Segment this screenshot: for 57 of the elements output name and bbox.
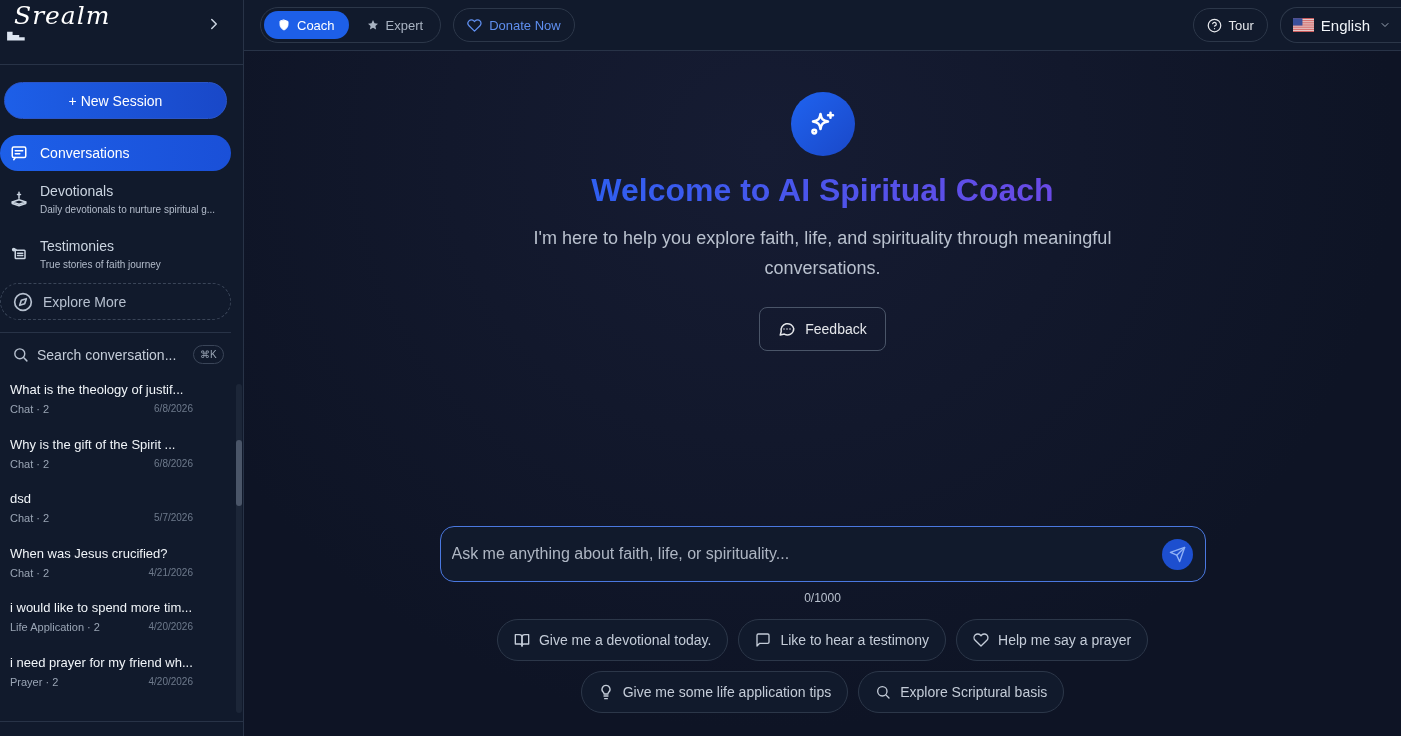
- mode-tab[interactable]: Coach: [264, 11, 349, 39]
- chat-icon: [778, 320, 797, 338]
- message-icon: [755, 632, 772, 648]
- heart-icon: [467, 17, 483, 33]
- conversation-title[interactable]: dsd: [10, 491, 193, 506]
- heart-icon: [973, 632, 990, 648]
- conversation-date: 4/20/2026: [148, 675, 193, 688]
- message-box[interactable]: Ask me anything about faith, life, or spirituality...: [439, 526, 1206, 582]
- nav-item[interactable]: Testimonies True stories of faith journey: [0, 226, 231, 281]
- search-icon: [875, 684, 892, 700]
- suggestion-chip[interactable]: Help me say a prayer: [956, 619, 1149, 661]
- conversation-meta: Chat · 2: [10, 566, 50, 579]
- conversation-date: 4/20/2026: [148, 621, 193, 633]
- message-icon: [10, 144, 28, 162]
- search-icon: [12, 346, 29, 363]
- conversation-date: 4/21/2026: [148, 566, 193, 579]
- conversation-meta: Chat · 2: [10, 403, 50, 415]
- conversation-title[interactable]: Why is the gift of the Spirit ...: [10, 436, 193, 452]
- welcome-subtitle: I'm here to help you explore faith, life, and spirituality through meaningful conversations.: [532, 227, 1113, 280]
- conversation-date: 5/7/2026: [154, 512, 193, 524]
- mode-tab[interactable]: Expert: [352, 11, 438, 39]
- conversation-title[interactable]: i would like to spend more tim...: [10, 600, 193, 615]
- compass-icon: [13, 291, 33, 312]
- send-icon: [1168, 545, 1186, 563]
- suggestion-chip[interactable]: Explore Scriptural basis: [858, 671, 1065, 713]
- nav-subtitle: True stories of faith journey: [40, 258, 161, 270]
- conversation-date: 6/8/2026: [154, 403, 193, 415]
- scrollbar-thumb[interactable]: [236, 440, 242, 506]
- conversation-title[interactable]: What is the theology of justif...: [10, 382, 193, 397]
- nav-title: Devotionals: [40, 182, 115, 199]
- conversation-meta: Prayer · 2: [10, 675, 59, 688]
- suggestion-chip[interactable]: Give me some life application tips: [580, 671, 849, 713]
- nav-item[interactable]: Conversations: [0, 135, 231, 171]
- conversation-meta: Chat · 2: [10, 457, 50, 470]
- conversation-meta: Life Application · 2: [10, 621, 100, 633]
- conversation-meta: Chat · 2: [10, 512, 50, 524]
- shield-icon: [278, 19, 290, 31]
- language-dropdown[interactable]: English: [1279, 7, 1401, 43]
- feedback-button[interactable]: Feedback: [759, 307, 886, 351]
- nav-subtitle: Daily devotionals to nurture spiritual g...: [40, 203, 216, 215]
- flag-icon: [1292, 18, 1314, 32]
- character-counter: 0/1000: [804, 591, 841, 605]
- nav-item[interactable]: Devotionals Daily devotionals to nurture spiritual g...: [0, 171, 231, 226]
- nav-title: Conversations: [40, 145, 130, 161]
- send-button[interactable]: [1161, 538, 1193, 570]
- new-session-button[interactable]: + New Session: [4, 82, 227, 119]
- search-field[interactable]: Search conversation...: [37, 346, 185, 363]
- message-field[interactable]: Ask me anything about faith, life, or spirituality...: [451, 545, 1162, 563]
- conversation-title[interactable]: i need prayer for my friend wh...: [10, 654, 193, 670]
- star-icon: [366, 19, 379, 31]
- suggestion-chip[interactable]: Give me a devotional today.: [496, 619, 729, 661]
- conversation-title[interactable]: When was Jesus crucified?: [10, 545, 193, 561]
- help-icon: [1206, 17, 1222, 33]
- nav-title: Testimonies: [40, 237, 115, 254]
- conversation-date: 6/8/2026: [154, 457, 193, 470]
- suggestion-chip[interactable]: Like to hear a testimony: [738, 619, 947, 661]
- logo-text: Srealm: [14, 1, 111, 30]
